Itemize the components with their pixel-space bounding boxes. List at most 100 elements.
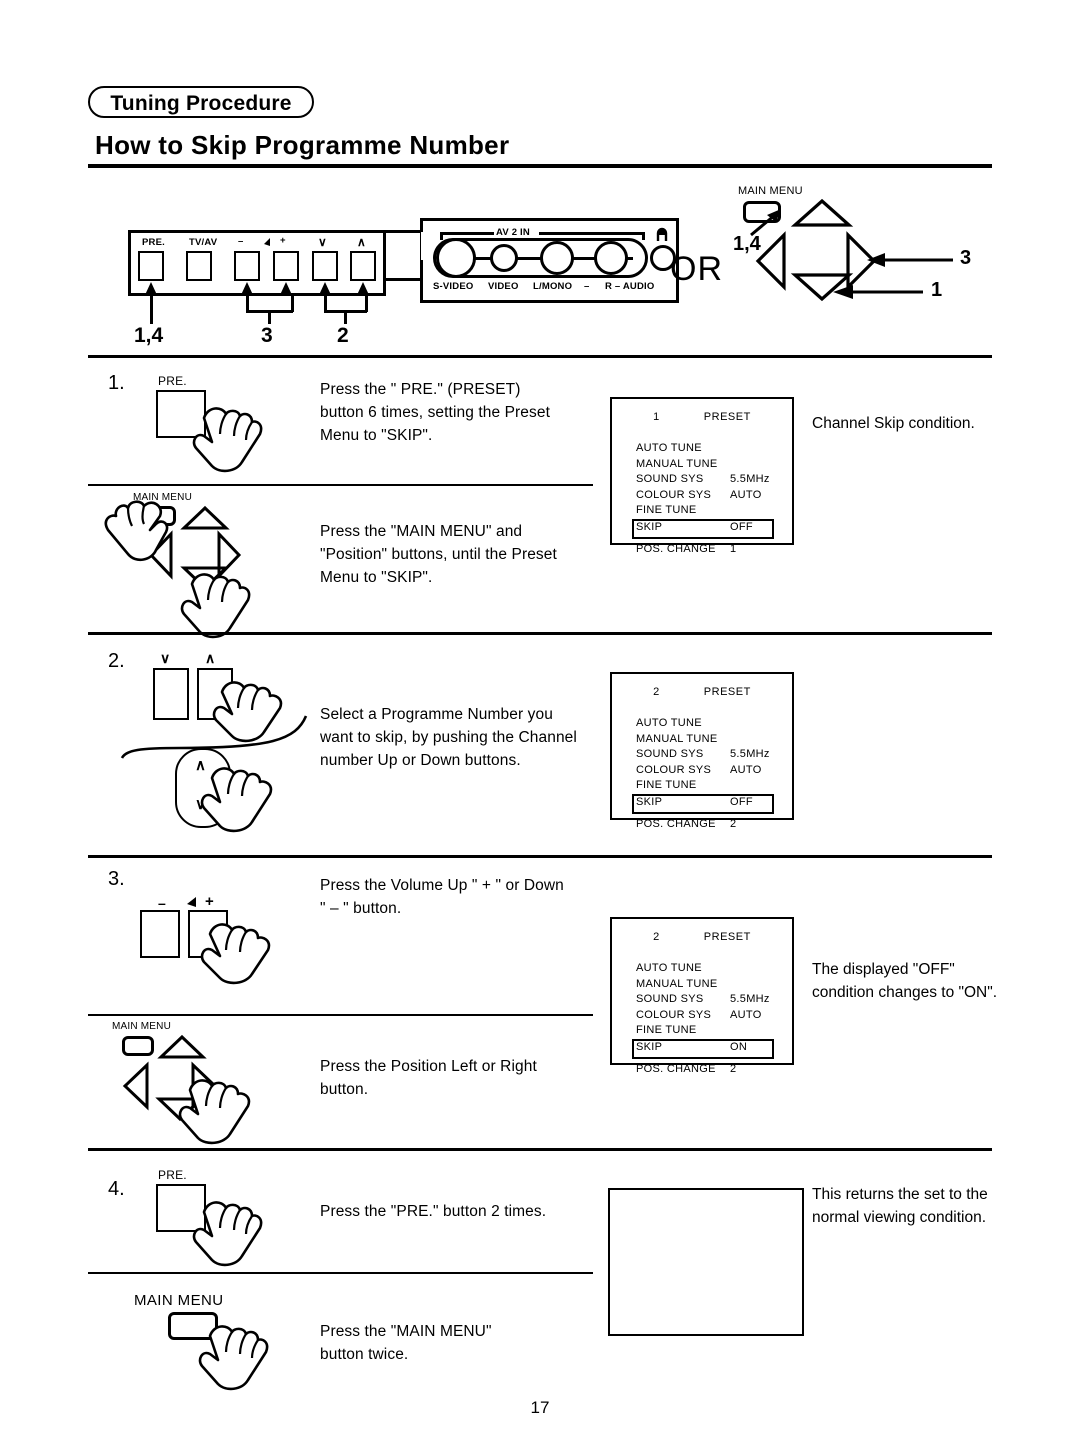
callout-bracket-2-right	[365, 296, 368, 312]
osd-row-key: FINE TUNE	[636, 504, 697, 516]
step-3-button-label-up: +	[205, 893, 214, 910]
panel-button-label-volume-down: –	[238, 236, 244, 247]
osd-row-value: 5.5MHz	[730, 473, 770, 485]
osd-row-key: SKIP	[636, 1040, 663, 1053]
osd-1-programme-number: 1	[653, 411, 660, 423]
osd-row[interactable]: MANUAL TUNE	[634, 457, 780, 473]
remote-callout-line-right	[865, 251, 957, 269]
section-divider-3	[88, 855, 992, 858]
osd-2: 2 PRESET AUTO TUNE MANUAL TUNE SOUND SYS 5…	[610, 672, 794, 830]
osd-row[interactable]: COLOUR SYS AUTO	[634, 488, 780, 504]
osd-row[interactable]: POS. CHANGE 1	[634, 542, 780, 558]
jack-s-video[interactable]	[436, 238, 476, 278]
osd-row[interactable]: FINE TUNE	[634, 1023, 780, 1039]
section-divider-2	[88, 632, 992, 635]
callout-label-3: 3	[261, 324, 273, 347]
av2in-bracket-right	[539, 232, 644, 235]
av2in-bracket-left	[440, 232, 494, 235]
callout-stem-3	[268, 310, 271, 324]
speaker-icon	[181, 896, 199, 908]
osd-row[interactable]: POS. CHANGE 2	[634, 1062, 780, 1078]
osd-row-key: MANUAL TUNE	[636, 457, 718, 470]
callout-bracket-3-left	[246, 296, 249, 312]
osd-row-value: 5.5MHz	[730, 993, 770, 1005]
step-1-up-button[interactable]	[180, 505, 230, 530]
osd-row[interactable]: MANUAL TUNE	[634, 732, 780, 748]
osd-row-key: POS. CHANGE	[636, 542, 716, 555]
panel-button-ch-down[interactable]	[312, 251, 338, 281]
panel-button-volume-down[interactable]	[234, 251, 260, 281]
osd-row[interactable]: FINE TUNE	[634, 503, 780, 519]
step-1-sub-text: Press the "MAIN MENU" and "Position" but…	[320, 523, 557, 586]
step-1-number: 1.	[108, 372, 125, 394]
osd-1: 1 PRESET AUTO TUNE MANUAL TUNE SOUND SYS 5…	[610, 397, 794, 555]
osd-row[interactable]: AUTO TUNE	[634, 441, 780, 457]
osd-row-selected[interactable]: SKIP ON	[632, 1038, 774, 1059]
osd-row[interactable]: MANUAL TUNE	[634, 977, 780, 993]
step-1-text: Press the " PRE." (PRESET) button 6 time…	[320, 381, 550, 444]
jack-l-mono[interactable]	[540, 241, 574, 275]
osd-row-value: OFF	[730, 795, 753, 808]
osd-row-value: 2	[730, 1062, 737, 1075]
panel-button-tvav[interactable]	[186, 251, 212, 281]
osd-row-key: AUTO TUNE	[636, 717, 702, 729]
osd-blank-screen	[608, 1188, 804, 1336]
step-4-sub-divider	[88, 1272, 593, 1274]
jack-video[interactable]	[490, 244, 518, 272]
osd-row[interactable]: COLOUR SYS AUTO	[634, 763, 780, 779]
remote-up-button[interactable]	[790, 198, 854, 227]
osd-row[interactable]: FINE TUNE	[634, 778, 780, 794]
osd-row[interactable]: AUTO TUNE	[634, 961, 780, 977]
osd-row[interactable]: SOUND SYS 5.5MHz	[634, 472, 780, 488]
osd-3-rows: AUTO TUNE MANUAL TUNE SOUND SYS 5.5MHz CO…	[632, 961, 780, 1078]
osd-3-programme-number: 2	[653, 931, 660, 943]
osd-row-key: COLOUR SYS	[636, 1008, 712, 1021]
panel-button-pre[interactable]	[138, 251, 164, 281]
jack-label-r-audio: R – AUDIO	[605, 281, 655, 292]
step-3-note: The displayed "OFF" condition changes to…	[812, 961, 998, 1001]
av2in-bracket-tick-right	[642, 232, 645, 240]
osd-row[interactable]: SOUND SYS 5.5MHz	[634, 992, 780, 1008]
step-4-button-label: PRE.	[158, 1168, 187, 1182]
osd-row-key: SKIP	[636, 520, 663, 533]
osd-row-value: ON	[730, 1040, 748, 1053]
osd-1-title-label: PRESET	[703, 411, 751, 423]
step-4-text: Press the "PRE." button 2 times.	[320, 1203, 547, 1220]
osd-row-key: MANUAL TUNE	[636, 977, 718, 990]
step-4-sub-text: Press the "MAIN MENU" button twice.	[320, 1323, 492, 1363]
panel-notch	[383, 230, 423, 260]
jack-r-audio[interactable]	[594, 241, 628, 275]
step-3-up-button[interactable]	[157, 1034, 207, 1060]
osd-row[interactable]: COLOUR SYS AUTO	[634, 1008, 780, 1024]
osd-row-selected[interactable]: SKIP OFF	[632, 793, 774, 814]
callout-arrow-vol-up	[280, 282, 292, 296]
osd-row-selected[interactable]: SKIP OFF	[632, 518, 774, 539]
panel-button-label-tvav: TV/AV	[189, 237, 218, 248]
panel-button-label-ch-up: ∧	[357, 235, 366, 249]
av2in-group-label: AV 2 IN	[496, 227, 530, 238]
osd-3-title: 2 PRESET	[612, 931, 792, 943]
step-3-main-menu-button[interactable]	[122, 1036, 154, 1056]
panel-button-ch-up[interactable]	[350, 251, 376, 281]
callout-bracket-3-right	[291, 296, 294, 312]
step-3-sub-text: Press the Position Left or Right button.	[320, 1058, 537, 1098]
osd-row-key: COLOUR SYS	[636, 488, 712, 501]
osd-row[interactable]: POS. CHANGE 2	[634, 817, 780, 833]
pointing-hand-icon	[190, 392, 280, 478]
osd-row-value: OFF	[730, 520, 753, 533]
panel-button-label-volume-up: +	[280, 235, 286, 246]
osd-row-value: 2	[730, 817, 737, 830]
remote-main-menu-label: MAIN MENU	[738, 185, 803, 197]
osd-2-programme-number: 2	[653, 686, 660, 698]
osd-row-key: AUTO TUNE	[636, 962, 702, 974]
step-3-volume-down-button[interactable]	[140, 910, 180, 958]
pointing-hand-icon	[196, 1310, 288, 1396]
osd-row[interactable]: AUTO TUNE	[634, 716, 780, 732]
osd-row-value: AUTO	[730, 1008, 762, 1021]
osd-row-value: AUTO	[730, 488, 762, 501]
panel-button-volume-up[interactable]	[273, 251, 299, 281]
panel-button-label-ch-down: ∨	[318, 235, 327, 249]
step-3-left-button[interactable]	[122, 1061, 150, 1111]
callout-bracket-2-left	[324, 296, 327, 312]
osd-row[interactable]: SOUND SYS 5.5MHz	[634, 747, 780, 763]
